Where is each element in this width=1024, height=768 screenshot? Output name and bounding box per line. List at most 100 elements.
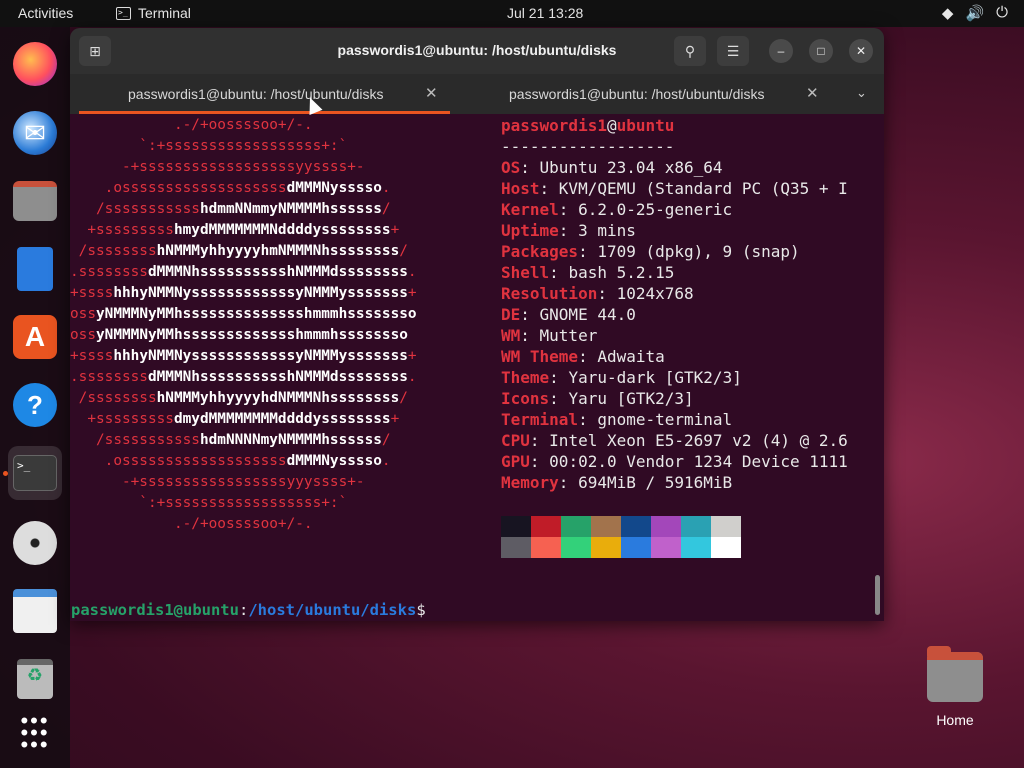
info-row: WM Theme: Adwaita <box>501 346 848 367</box>
maximize-icon: □ <box>817 44 825 58</box>
logo-line: .osssssssssssssssssssdMMMNysssso. <box>70 453 391 469</box>
info-label: Terminal <box>501 410 579 429</box>
activities-button[interactable]: Activities <box>18 5 73 21</box>
terminal-window: ⊞ passwordis1@ubuntu: /host/ubuntu/disks… <box>70 28 884 621</box>
dock-item-terminal[interactable]: >_ <box>8 446 62 500</box>
prompt-path: /host/ubuntu/disks <box>248 601 417 619</box>
info-separator: ------------------ <box>501 137 675 156</box>
logo-line: .ssssssssdMMMNhsssssssssshNMMMdssssssss. <box>70 264 417 280</box>
logo-line: -+sssssssssssssssssyyyssss+- <box>70 474 365 490</box>
tab-overflow-chevron-down-icon[interactable]: ⌄ <box>856 85 867 101</box>
tab-1-close-icon[interactable]: ✕ <box>425 84 438 102</box>
palette-swatch <box>531 516 561 537</box>
dock-item-text-editor[interactable] <box>8 584 62 638</box>
app-menu[interactable]: >_ Terminal <box>116 5 191 21</box>
terminal-icon: >_ <box>13 455 57 491</box>
dock: ✉ A ? >_ ♻ ••• ••• ••• <box>0 27 70 768</box>
info-value: : KVM/QEMU (Standard PC (Q35 + I <box>539 179 848 198</box>
dock-item-disc[interactable] <box>8 516 62 570</box>
top-bar: Activities >_ Terminal Jul 21 13:28 ◆ 🔊 … <box>0 0 1024 27</box>
terminal-output[interactable]: .-/+oossssoo+/-. `:+ssssssssssssssssss+:… <box>70 114 884 621</box>
logo-line: .ssssssssdMMMNhsssssssssshNMMMdssssssss. <box>70 369 417 385</box>
info-value: : Mutter <box>520 326 598 345</box>
info-label: Kernel <box>501 200 559 219</box>
tab-bar: passwordis1@ubuntu: /host/ubuntu/disks ✕… <box>70 74 884 114</box>
dock-item-firefox[interactable] <box>8 37 62 91</box>
clock[interactable]: Jul 21 13:28 <box>507 5 583 21</box>
window-title: passwordis1@ubuntu: /host/ubuntu/disks <box>337 42 617 58</box>
info-row: OS: Ubuntu 23.04 x86_64 <box>501 157 848 178</box>
info-row: Resolution: 1024x768 <box>501 283 848 304</box>
palette-swatch <box>681 537 711 558</box>
info-row: Terminal: gnome-terminal <box>501 409 848 430</box>
app-center-icon: A <box>13 315 57 359</box>
minimize-button[interactable]: – <box>769 39 793 63</box>
prompt-colon: : <box>238 601 249 619</box>
palette-row-bright <box>501 537 741 558</box>
logo-line: `:+ssssssssssssssssss+:` <box>70 138 348 154</box>
show-apps-icon: ••• ••• ••• <box>20 708 50 757</box>
tab-1[interactable]: passwordis1@ubuntu: /host/ubuntu/disks ✕ <box>70 74 450 114</box>
libreoffice-writer-icon <box>17 247 53 291</box>
maximize-button[interactable]: □ <box>809 39 833 63</box>
palette-swatch <box>711 516 741 537</box>
info-row: Theme: Yaru-dark [GTK2/3] <box>501 367 848 388</box>
search-button[interactable]: ⚲ <box>674 36 706 66</box>
info-row: Host: KVM/QEMU (Standard PC (Q35 + I <box>501 178 848 199</box>
show-apps-button[interactable]: ••• ••• ••• <box>8 706 62 760</box>
info-row: CPU: Intel Xeon E5-2697 v2 (4) @ 2.6 <box>501 430 848 451</box>
app-menu-label: Terminal <box>138 5 191 21</box>
shell-prompt[interactable]: passwordis1@ubuntu:/host/ubuntu/disks$ <box>71 600 426 621</box>
palette-swatch <box>621 537 651 558</box>
disc-icon <box>13 521 57 565</box>
desktop-home-folder[interactable]: Home <box>920 646 990 728</box>
dock-item-files[interactable] <box>8 174 62 228</box>
info-value: : bash 5.2.15 <box>549 263 675 282</box>
palette-swatch <box>651 516 681 537</box>
thunderbird-icon: ✉ <box>13 111 57 155</box>
logo-line: /sssssssshNMMMyhhyyyyhmNMMMNhssssssss/ <box>70 243 408 259</box>
logo-line: /sssssssshNMMMyhhyyyyhdNMMMNhssssssss/ <box>70 390 408 406</box>
info-rows: OS: Ubuntu 23.04 x86_64 Host: KVM/QEMU (S… <box>501 157 848 493</box>
info-row: Icons: Yaru [GTK2/3] <box>501 388 848 409</box>
logo-line: /ssssssssssshdmmNNmmyNMMMMhssssss/ <box>70 201 391 217</box>
home-folder-label: Home <box>936 712 974 728</box>
dock-item-app-center[interactable]: A <box>8 310 62 364</box>
logo-line: .osssssssssssssssssssdMMMNysssso. <box>70 180 391 196</box>
logo-line: ossyNMMMNyMMhsssssssssssssshmmmhssssssso <box>70 306 417 322</box>
tab-2-close-icon[interactable]: ✕ <box>806 84 819 102</box>
info-value: : GNOME 44.0 <box>520 305 636 324</box>
menu-button[interactable]: ☰ <box>717 36 749 66</box>
logo-line: .-/+oossssoo+/-. <box>70 516 313 532</box>
dock-item-trash[interactable]: ♻ <box>8 652 62 706</box>
dock-item-thunderbird[interactable]: ✉ <box>8 106 62 160</box>
info-label: Theme <box>501 368 550 387</box>
logo-line: -+ssssssssssssssssssyyssss+- <box>70 159 365 175</box>
minimize-icon: – <box>777 44 785 58</box>
dock-item-writer[interactable] <box>8 242 62 296</box>
firefox-icon <box>13 42 57 86</box>
tab-2-label: passwordis1@ubuntu: /host/ubuntu/disks <box>509 86 765 102</box>
info-value: : Adwaita <box>578 347 665 366</box>
tab-2[interactable]: passwordis1@ubuntu: /host/ubuntu/disks ✕ <box>450 74 830 114</box>
logo-line: +sssshhhyNMMNyssssssssssssyNMMMysssssss+ <box>70 285 417 301</box>
info-label: OS <box>501 158 521 177</box>
info-value: : 694MiB / 5916MiB <box>558 473 733 492</box>
home-folder-icon <box>927 646 983 702</box>
tab-1-label: passwordis1@ubuntu: /host/ubuntu/disks <box>128 86 384 102</box>
info-row: WM: Mutter <box>501 325 848 346</box>
info-header: passwordis1@ubuntu <box>501 116 675 135</box>
palette-swatch <box>501 537 531 558</box>
info-row: Kernel: 6.2.0-25-generic <box>501 199 848 220</box>
network-icon: ◆ <box>941 5 954 22</box>
info-label: Host <box>501 179 540 198</box>
info-label: WM Theme <box>501 347 579 366</box>
palette-swatch <box>711 537 741 558</box>
dock-item-help[interactable]: ? <box>8 378 62 432</box>
scrollbar[interactable] <box>875 575 880 615</box>
info-label: Uptime <box>501 221 559 240</box>
info-value: : Intel Xeon E5-2697 v2 (4) @ 2.6 <box>529 431 848 450</box>
close-button[interactable]: ✕ <box>849 39 873 63</box>
info-row: DE: GNOME 44.0 <box>501 304 848 325</box>
system-tray[interactable]: ◆ 🔊 ⏻ <box>942 4 1008 22</box>
